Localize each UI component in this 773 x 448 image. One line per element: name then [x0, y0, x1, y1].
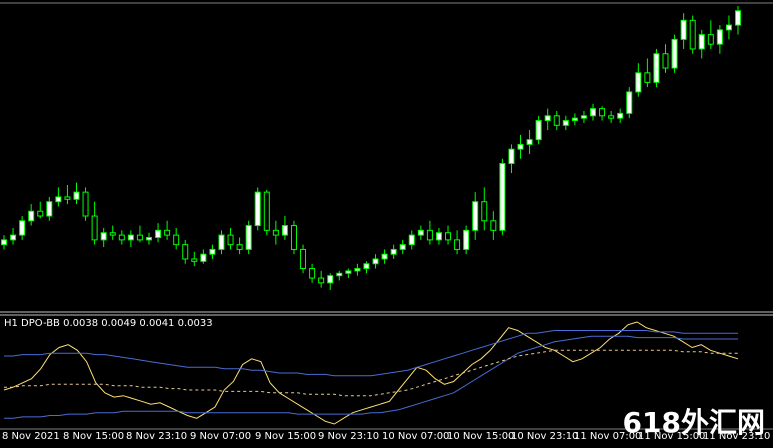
candle-body: [28, 210, 35, 222]
candle-body: [735, 10, 741, 26]
candle-body: [173, 234, 180, 246]
candle-body: [200, 253, 207, 262]
candle-body: [653, 53, 660, 83]
candle-body: [544, 115, 551, 122]
candle-body: [245, 225, 252, 250]
candle-body: [390, 248, 397, 255]
candle-body: [662, 53, 669, 69]
candle-body: [363, 263, 370, 270]
candle-body: [716, 29, 723, 45]
candle-body: [426, 229, 433, 241]
candle-body: [209, 248, 216, 255]
candle-body: [599, 108, 606, 117]
candle-body: [19, 220, 26, 236]
candle-body: [517, 143, 524, 150]
candle-body: [345, 270, 352, 274]
candle-body: [535, 120, 542, 141]
candle-body: [626, 91, 633, 114]
candle-body: [164, 229, 171, 236]
candle-body: [490, 220, 497, 231]
candle-body: [499, 163, 506, 231]
time-tick-label: 8 Nov 15:00: [63, 431, 125, 442]
candle-body: [318, 277, 325, 284]
candle-body: [463, 229, 470, 250]
candle-body: [118, 234, 125, 241]
candle-body: [263, 191, 270, 231]
candle-body: [145, 236, 152, 241]
candle-body: [725, 24, 732, 31]
candle-body: [82, 191, 89, 217]
indicator-label: H1 DPO-BB 0.0038 0.0049 0.0041 0.0033: [4, 318, 213, 329]
chart-window[interactable]: H1 DPO-BB 0.0038 0.0049 0.0041 0.0033 8 …: [0, 0, 773, 444]
candle-body: [689, 19, 696, 50]
candle-body: [590, 108, 597, 117]
candle-body: [707, 34, 714, 45]
candle-body: [508, 148, 515, 165]
candle-body: [46, 201, 53, 217]
candle-body: [300, 248, 307, 270]
candle-body: [481, 201, 488, 222]
candle-body: [281, 225, 288, 236]
candle-body: [100, 232, 107, 241]
candle-body: [381, 253, 388, 260]
candle-body: [671, 38, 678, 69]
candle-body: [55, 196, 62, 203]
time-tick-label: 9 Nov 23:10: [318, 431, 380, 442]
candle-body: [408, 234, 415, 246]
candle-body: [617, 112, 624, 119]
watermark-logo: 618外汇网: [622, 406, 765, 439]
candle-body: [372, 258, 379, 265]
candle-body: [608, 115, 615, 119]
middle-band-line: [4, 349, 738, 397]
time-tick-label: 8 Nov 2021: [2, 431, 60, 442]
candle-body: [309, 268, 316, 279]
candle-body: [155, 229, 162, 238]
time-tick-label: 10 Nov 15:00: [447, 431, 515, 442]
candle-body: [227, 234, 234, 246]
time-tick-label: 9 Nov 07:00: [190, 431, 252, 442]
candle-body: [445, 232, 452, 241]
candle-body: [553, 115, 560, 126]
candle-body: [10, 234, 17, 241]
candle-body: [562, 120, 569, 126]
candle-body: [191, 258, 198, 262]
candle-body: [182, 244, 189, 260]
candle-body: [435, 232, 442, 241]
candle-body: [336, 272, 343, 277]
candle-body: [526, 139, 533, 145]
candle-body: [91, 215, 98, 241]
candle-body: [327, 275, 334, 284]
candle-body: [417, 229, 424, 236]
time-tick-label: 9 Nov 15:00: [255, 431, 317, 442]
candle-body: [698, 34, 705, 50]
candle-body: [680, 19, 687, 40]
candle-body: [290, 225, 297, 250]
time-tick-label: 8 Nov 23:10: [126, 431, 188, 442]
price-chart-canvas[interactable]: [0, 0, 773, 444]
time-tick-label: 10 Nov 07:00: [382, 431, 450, 442]
candle-body: [73, 191, 80, 200]
candle-body: [109, 232, 116, 236]
candle-body: [571, 117, 578, 122]
candle-body: [454, 239, 461, 250]
candle-body: [644, 72, 651, 83]
candle-body: [64, 196, 71, 200]
candle-body: [254, 191, 261, 227]
candle-body: [272, 229, 279, 236]
candle-body: [580, 115, 587, 119]
upper-band-line: [4, 330, 738, 377]
candle-body: [1, 239, 7, 246]
candle-body: [354, 268, 361, 272]
candlestick-series: [1, 6, 741, 290]
candle-body: [635, 72, 642, 93]
candle-body: [236, 244, 243, 250]
time-tick-label: 10 Nov 23:10: [511, 431, 579, 442]
candle-body: [37, 210, 44, 217]
candle-body: [218, 234, 225, 250]
candle-body: [127, 234, 134, 241]
candle-body: [136, 234, 143, 241]
candle-body: [472, 201, 479, 231]
candle-body: [399, 244, 406, 250]
